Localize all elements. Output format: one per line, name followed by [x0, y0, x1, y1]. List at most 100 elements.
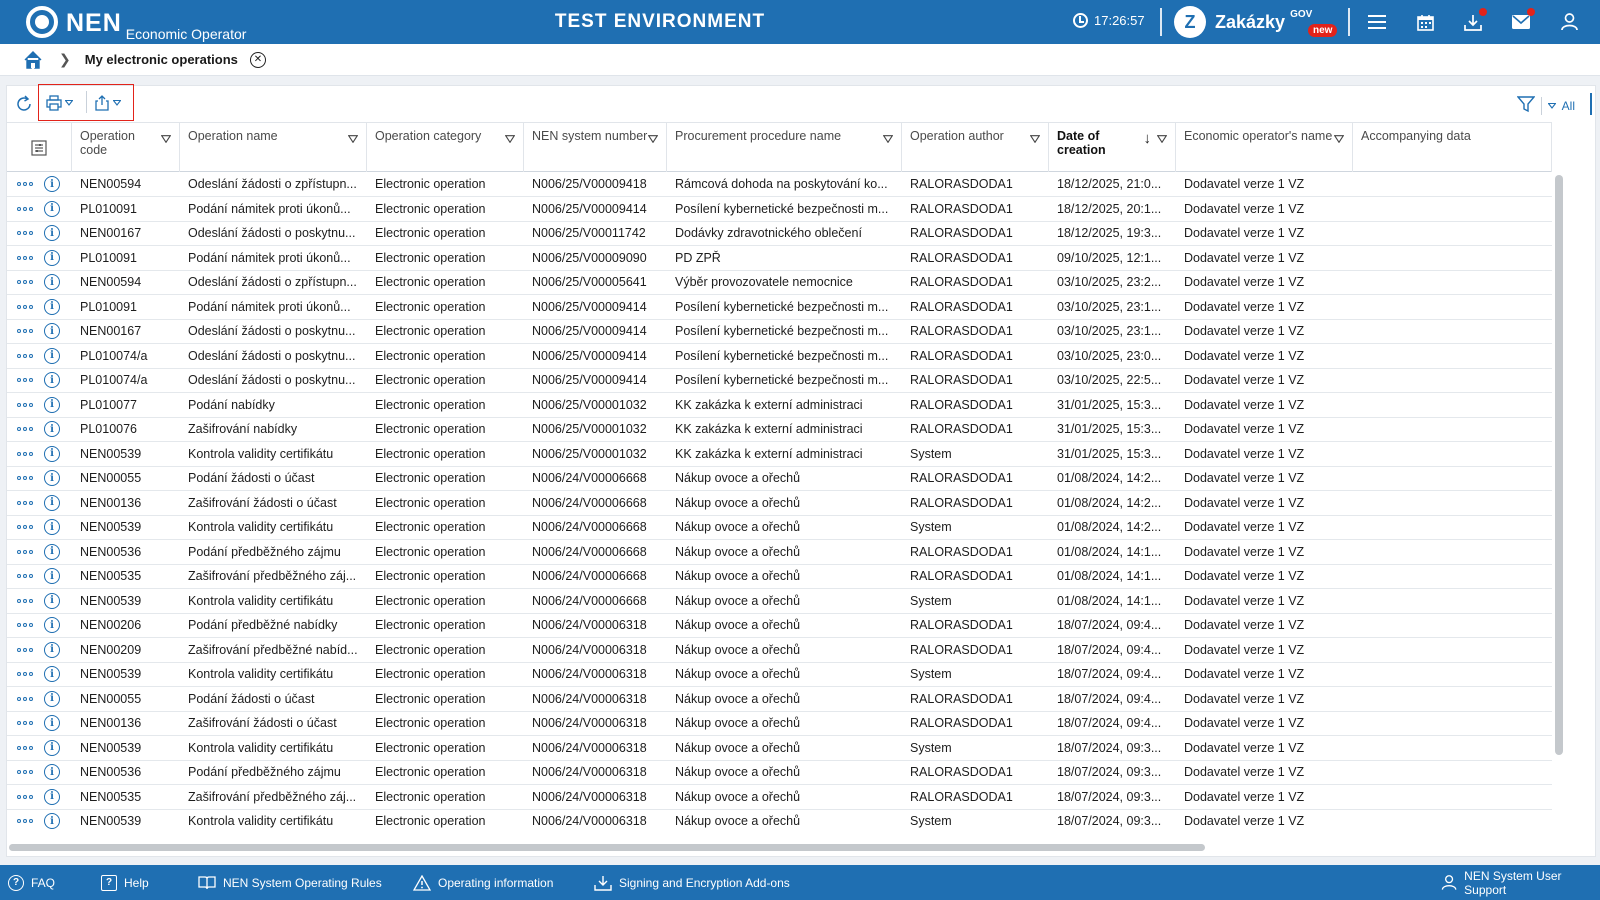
download-icon[interactable]	[1462, 8, 1487, 33]
table-row[interactable]: i NEN00536 Podání předběžného zájmu Electro…	[7, 540, 1552, 565]
row-info-icon[interactable]: i	[44, 200, 60, 217]
table-row[interactable]: i NEN00055 Podání žádosti o účast Electroni…	[7, 466, 1552, 491]
column-header-accompanying[interactable]: Accompanying data	[1353, 123, 1552, 172]
row-info-icon[interactable]: i	[44, 617, 60, 633]
row-more-actions-icon[interactable]	[17, 549, 33, 554]
table-row[interactable]: i NEN00136 Zašifrování žádosti o účast Elec…	[7, 491, 1552, 516]
row-more-actions-icon[interactable]	[17, 794, 33, 799]
column-filter-icon[interactable]	[161, 135, 171, 143]
table-row[interactable]: i NEN00167 Odeslání žádosti o poskytnu... E…	[7, 319, 1552, 344]
row-more-actions-icon[interactable]	[17, 353, 33, 358]
row-more-actions-icon[interactable]	[17, 672, 33, 676]
row-more-actions-icon[interactable]	[17, 304, 33, 309]
column-header-date[interactable]: Date of creation ↓	[1049, 123, 1176, 172]
row-info-icon[interactable]: i	[44, 641, 60, 658]
column-header-procurement[interactable]: Procurement procedure name	[667, 123, 902, 172]
row-more-actions-icon[interactable]	[17, 745, 33, 750]
column-header-code[interactable]: Operation code	[72, 123, 180, 172]
row-more-actions-icon[interactable]	[17, 427, 33, 431]
row-info-icon[interactable]: i	[44, 764, 60, 780]
row-more-actions-icon[interactable]	[17, 231, 33, 235]
table-row[interactable]: i NEN00535 Zašifrování předběžného záj... E…	[7, 564, 1552, 589]
footer-faq-link[interactable]: ? FAQ	[8, 865, 55, 900]
filter-all-dropdown[interactable]: All	[1540, 97, 1575, 115]
row-more-actions-icon[interactable]	[17, 182, 33, 186]
zakazky-gov-link[interactable]: Z Zakázky GOV new	[1174, 6, 1338, 38]
table-row[interactable]: i PL010091 Podání námitek proti úkonů... El…	[7, 295, 1552, 320]
home-icon[interactable]	[23, 50, 43, 70]
footer-support-link[interactable]: NEN System User Support	[1441, 865, 1600, 900]
row-info-icon[interactable]: i	[44, 690, 60, 707]
column-header-nen[interactable]: NEN system number	[524, 123, 667, 172]
row-info-icon[interactable]: i	[44, 494, 60, 511]
row-info-icon[interactable]: i	[44, 421, 60, 437]
row-info-icon[interactable]: i	[44, 323, 60, 339]
table-row[interactable]: i NEN00539 Kontrola validity certifikátu El…	[7, 442, 1552, 467]
row-more-actions-icon[interactable]	[17, 329, 33, 333]
horizontal-scrollbar[interactable]	[7, 842, 1552, 854]
column-filter-icon[interactable]	[505, 135, 515, 143]
row-info-icon[interactable]: i	[44, 396, 60, 413]
row-info-icon[interactable]: i	[44, 592, 60, 609]
refresh-icon[interactable]	[15, 95, 33, 113]
row-more-actions-icon[interactable]	[17, 623, 33, 627]
table-row[interactable]: i PL010076 Zašifrování nabídky Electronic o…	[7, 417, 1552, 442]
table-row[interactable]: i NEN00536 Podání předběžného zájmu Electro…	[7, 760, 1552, 785]
row-more-actions-icon[interactable]	[17, 647, 33, 652]
table-row[interactable]: i PL010091 Podání námitek proti úkonů... El…	[7, 197, 1552, 222]
column-filter-icon[interactable]	[1157, 135, 1167, 143]
table-row[interactable]: i NEN00206 Podání předběžné nabídky Electro…	[7, 613, 1552, 638]
table-row[interactable]: i NEN00594 Odeslání žádosti o zpřístupn...…	[7, 172, 1552, 197]
row-info-icon[interactable]: i	[44, 347, 60, 364]
footer-addons-link[interactable]: Signing and Encryption Add-ons	[594, 865, 790, 900]
table-row[interactable]: i NEN00594 Odeslání žádosti o zpřístupn...…	[7, 270, 1552, 295]
row-info-icon[interactable]: i	[44, 543, 60, 560]
row-more-actions-icon[interactable]	[17, 255, 33, 260]
column-filter-icon[interactable]	[883, 135, 893, 143]
column-settings-button[interactable]	[7, 123, 72, 172]
column-filter-icon[interactable]	[348, 135, 358, 143]
row-more-actions-icon[interactable]	[17, 500, 33, 505]
row-info-icon[interactable]: i	[44, 225, 60, 241]
table-row[interactable]: i NEN00539 Kontrola validity certifikátu El…	[7, 736, 1552, 761]
row-more-actions-icon[interactable]	[17, 280, 33, 284]
footer-help-link[interactable]: ? Help	[101, 865, 149, 900]
table-row[interactable]: i NEN00539 Kontrola validity certifikátu El…	[7, 809, 1552, 830]
table-row[interactable]: i NEN00055 Podání žádosti o účast Electroni…	[7, 687, 1552, 712]
row-more-actions-icon[interactable]	[17, 402, 33, 407]
row-more-actions-icon[interactable]	[17, 770, 33, 774]
column-filter-icon[interactable]	[648, 135, 658, 143]
table-row[interactable]: i NEN00167 Odeslání žádosti o poskytnu... E…	[7, 221, 1552, 246]
row-more-actions-icon[interactable]	[17, 696, 33, 701]
footer-operating-info-link[interactable]: Operating information	[413, 865, 553, 900]
row-more-actions-icon[interactable]	[17, 451, 33, 456]
user-icon[interactable]	[1558, 11, 1580, 33]
vertical-scroll-thumb[interactable]	[1555, 175, 1563, 755]
horizontal-scroll-thumb[interactable]	[9, 844, 1205, 851]
row-info-icon[interactable]: i	[44, 666, 60, 682]
table-row[interactable]: i NEN00535 Zašifrování předběžného záj... E…	[7, 785, 1552, 810]
vertical-scrollbar[interactable]	[1552, 172, 1566, 852]
row-info-icon[interactable]: i	[44, 739, 60, 756]
export-button[interactable]	[94, 92, 121, 114]
row-more-actions-icon[interactable]	[17, 525, 33, 529]
column-filter-icon[interactable]	[1334, 135, 1344, 143]
row-info-icon[interactable]: i	[44, 470, 60, 486]
row-more-actions-icon[interactable]	[17, 378, 33, 382]
row-more-actions-icon[interactable]	[17, 721, 33, 725]
filter-icon[interactable]	[1517, 95, 1535, 113]
table-row[interactable]: i NEN00539 Kontrola validity certifikátu El…	[7, 515, 1552, 540]
row-more-actions-icon[interactable]	[17, 476, 33, 480]
sort-descending-icon[interactable]: ↓	[1144, 131, 1152, 146]
table-row[interactable]: i PL010074/a Odeslání žádosti o poskytnu..…	[7, 344, 1552, 369]
column-header-author[interactable]: Operation author	[902, 123, 1049, 172]
row-info-icon[interactable]: i	[44, 249, 60, 266]
print-button[interactable]	[46, 92, 73, 114]
column-header-category[interactable]: Operation category	[367, 123, 524, 172]
column-header-operator[interactable]: Economic operator's name	[1176, 123, 1353, 172]
row-info-icon[interactable]: i	[44, 568, 60, 584]
table-row[interactable]: i PL010077 Podání nabídky Electronic operat…	[7, 393, 1552, 418]
row-info-icon[interactable]: i	[44, 788, 60, 805]
mail-icon[interactable]	[1510, 8, 1535, 33]
table-row[interactable]: i NEN00136 Zašifrování žádosti o účast Elec…	[7, 711, 1552, 736]
